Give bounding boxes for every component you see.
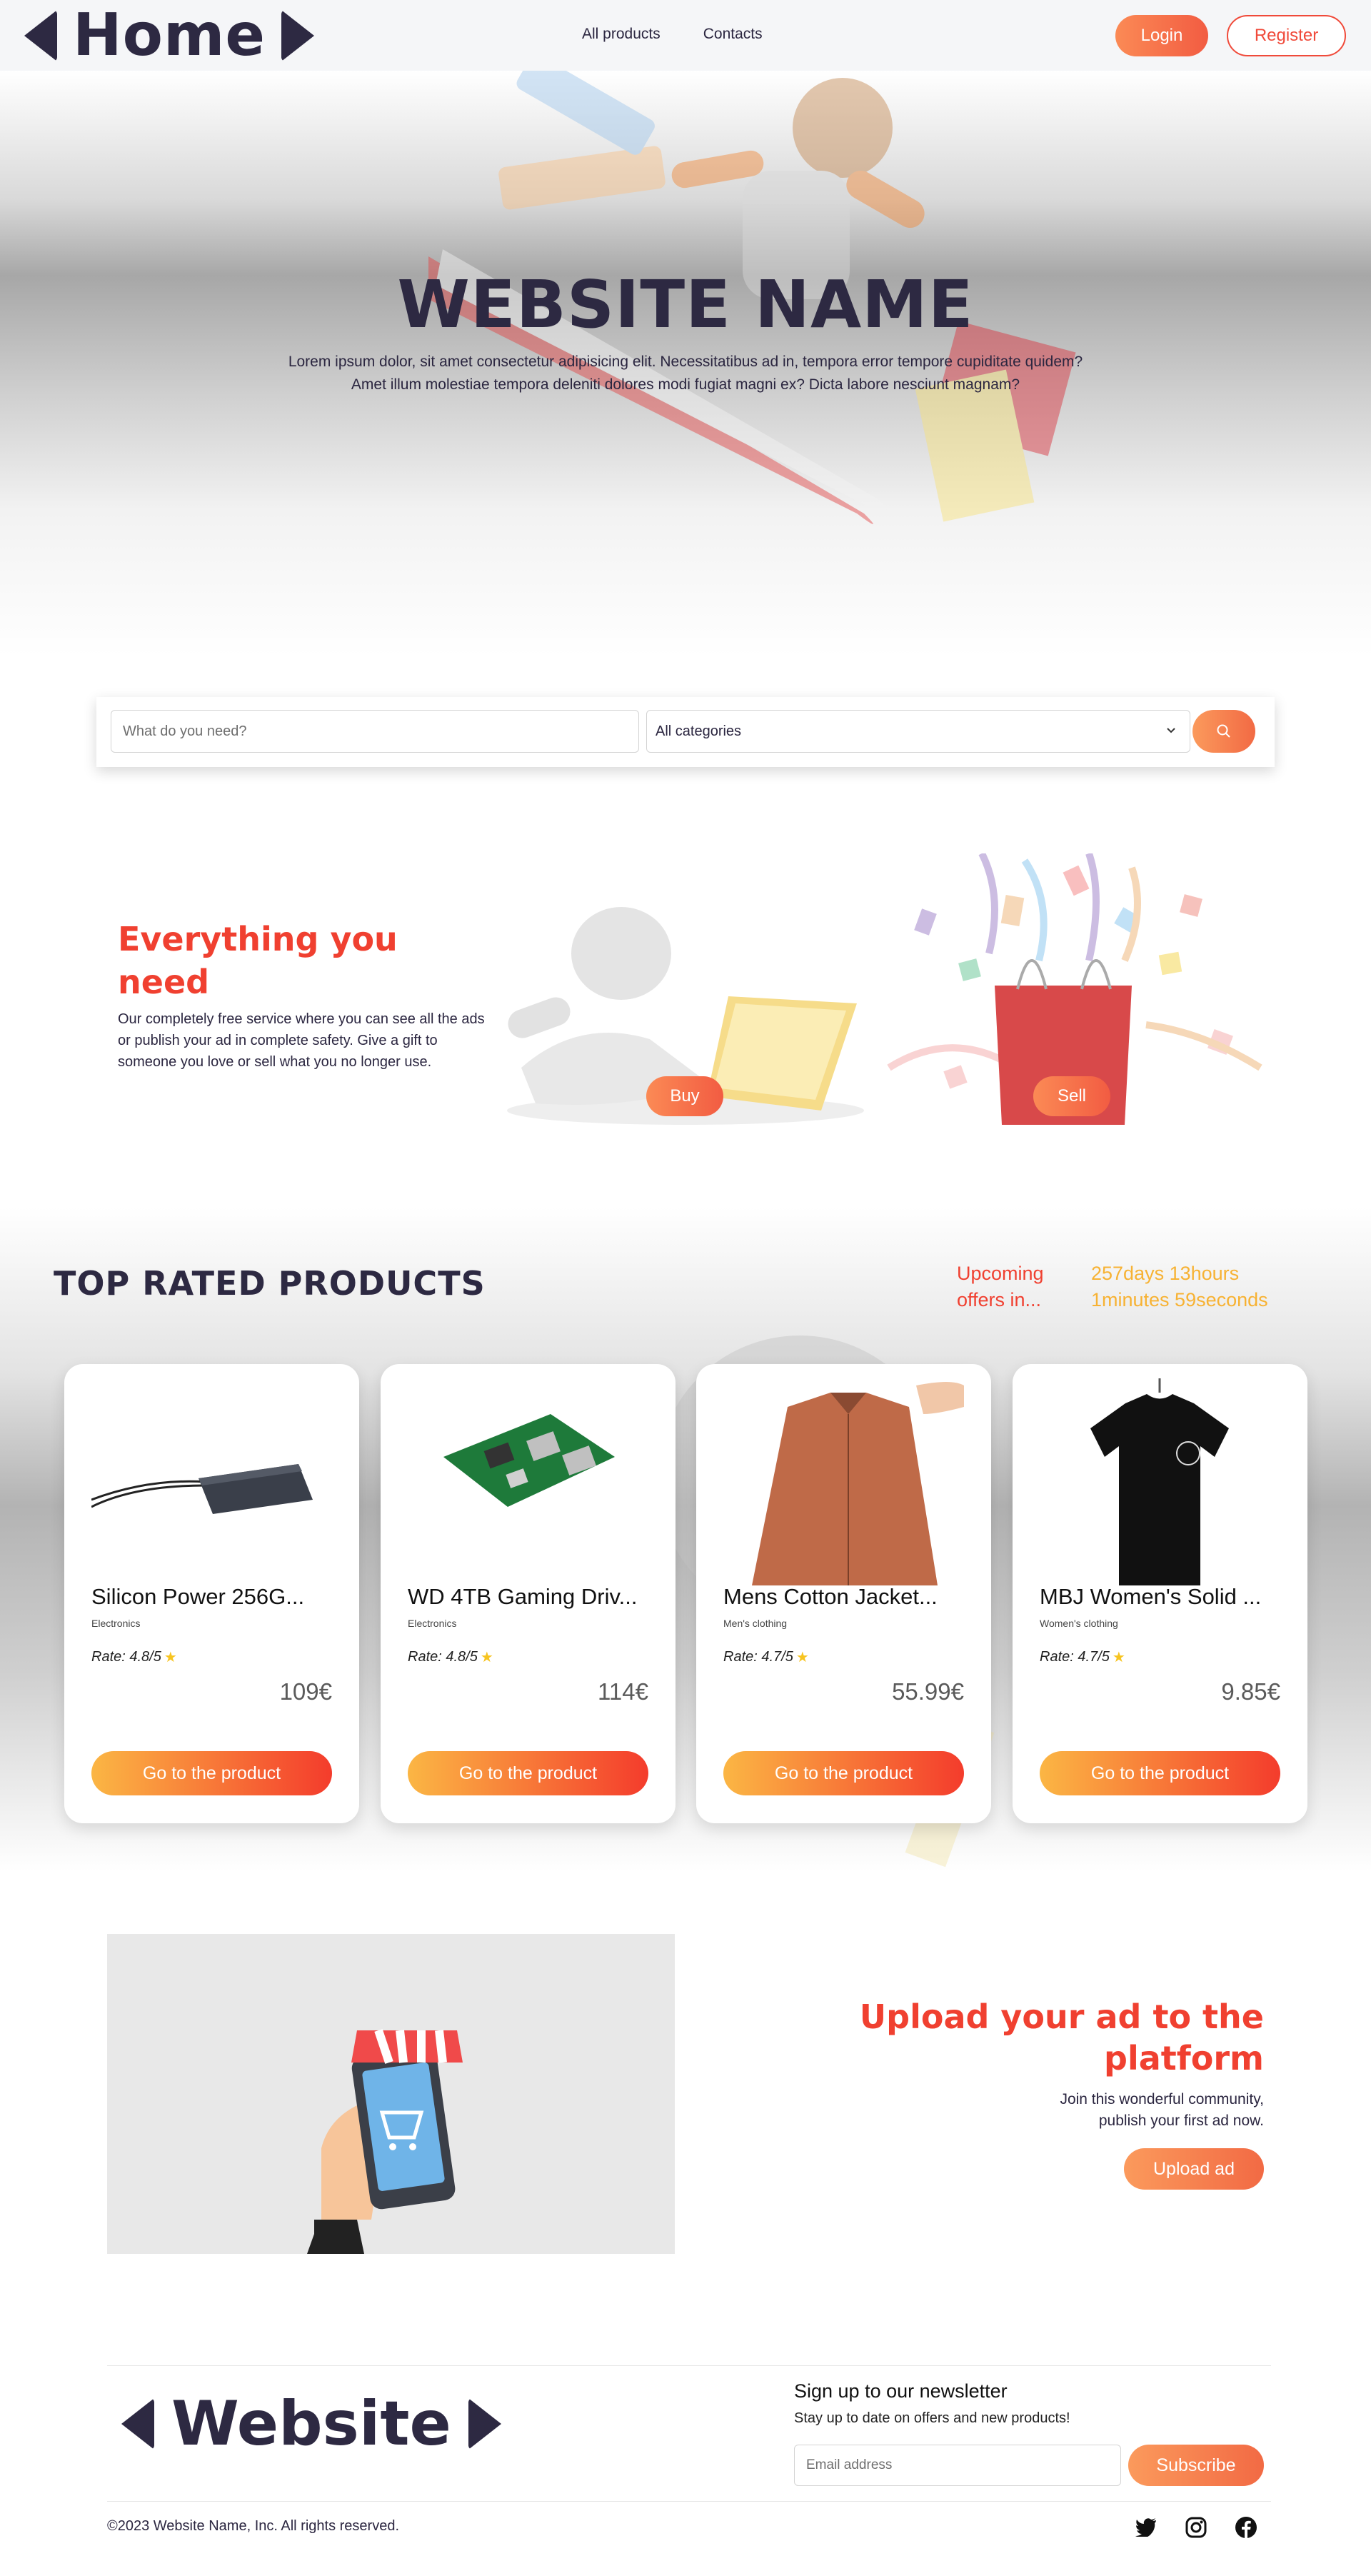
product-rating: Rate: 4.7/5 ★ — [723, 1648, 809, 1666]
facebook-icon[interactable] — [1234, 2515, 1258, 2540]
hero-banner: WEBSITE NAME Lorem ipsum dolor, sit amet… — [0, 71, 1371, 656]
hero-description: Lorem ipsum dolor, sit amet consectetur … — [221, 351, 1150, 396]
upload-illustration — [107, 1934, 675, 2254]
product-rating: Rate: 4.8/5 ★ — [408, 1648, 493, 1666]
product-card[interactable]: WD 4TB Gaming Driv... Electronics Rate: … — [381, 1364, 676, 1823]
upcoming-offers-label: Upcoming offers in... — [957, 1263, 1044, 1310]
footer-divider — [107, 2365, 1271, 2366]
go-to-product-button[interactable]: Go to the product — [91, 1751, 332, 1795]
star-icon: ★ — [164, 1650, 177, 1665]
product-image — [408, 1378, 648, 1518]
product-name: Mens Cotton Jacket... — [723, 1584, 938, 1609]
category-selected-value: All categories — [656, 723, 742, 739]
newsletter-title: Sign up to our newsletter — [794, 2380, 1008, 2402]
product-rating-text: Rate: 4.8/5 — [408, 1649, 478, 1665]
hero-title: WEBSITE NAME — [397, 266, 974, 343]
product-category: Women's clothing — [1040, 1618, 1118, 1629]
go-to-product-button[interactable]: Go to the product — [1040, 1751, 1280, 1795]
go-to-product-button[interactable]: Go to the product — [723, 1751, 964, 1795]
instagram-icon[interactable] — [1184, 2515, 1208, 2540]
product-price: 55.99€ — [892, 1678, 964, 1705]
go-to-product-button[interactable]: Go to the product — [408, 1751, 648, 1795]
product-image — [1040, 1364, 1280, 1585]
star-icon: ★ — [480, 1650, 493, 1665]
nav-link-all-products[interactable]: All products — [582, 26, 661, 43]
intro-text: Our completely free service where you ca… — [118, 1011, 485, 1070]
footer-divider — [107, 2501, 1271, 2502]
website-logo-text: Website — [171, 2388, 451, 2460]
home-logo[interactable]: Home — [24, 1, 315, 69]
product-name: WD 4TB Gaming Driv... — [408, 1584, 638, 1609]
upload-description: Join this wonderful community, publish y… — [893, 2089, 1264, 2132]
product-price: 109€ — [279, 1678, 332, 1705]
product-category: Men's clothing — [723, 1618, 788, 1629]
twitter-icon[interactable] — [1134, 2515, 1158, 2540]
product-category: Electronics — [91, 1618, 141, 1629]
category-select[interactable]: All categories — [646, 710, 1190, 753]
product-name: Silicon Power 256G... — [91, 1584, 305, 1609]
product-rating-text: Rate: 4.7/5 — [723, 1649, 793, 1665]
product-rating-text: Rate: 4.8/5 — [91, 1649, 161, 1665]
sell-button[interactable]: Sell — [1033, 1076, 1110, 1116]
upload-ad-button[interactable]: Upload ad — [1124, 2148, 1264, 2190]
upload-text-line-1: Join this wonderful community, — [1060, 2091, 1264, 2108]
star-icon: ★ — [1112, 1650, 1125, 1665]
nav-links: All products Contacts — [582, 26, 763, 43]
subscribe-button[interactable]: Subscribe — [1128, 2445, 1264, 2486]
search-icon — [1217, 724, 1230, 738]
product-image — [91, 1378, 332, 1518]
upload-text-line-2: publish your first ad now. — [1098, 2113, 1264, 2129]
intro-title: Everything you need — [118, 920, 398, 1001]
register-button[interactable]: Register — [1227, 15, 1346, 56]
product-name: MBJ Women's Solid ... — [1040, 1584, 1262, 1609]
top-rated-title: TOP RATED PRODUCTS — [54, 1264, 486, 1303]
product-price: 9.85€ — [1221, 1678, 1280, 1705]
email-field[interactable]: Email address — [794, 2445, 1121, 2486]
product-card[interactable]: Silicon Power 256G... Electronics Rate: … — [64, 1364, 359, 1823]
nav-link-contacts[interactable]: Contacts — [703, 26, 763, 43]
login-button[interactable]: Login — [1115, 15, 1208, 56]
navbar: Home All products Contacts Login Registe… — [0, 0, 1371, 71]
chevron-right-icon — [468, 2398, 501, 2450]
product-rating-text: Rate: 4.7/5 — [1040, 1649, 1110, 1665]
buy-button[interactable]: Buy — [646, 1076, 723, 1116]
chevron-down-icon — [1167, 728, 1175, 733]
copyright-text: ©2023 Website Name, Inc. All rights rese… — [107, 2518, 399, 2534]
upload-title: Upload your ad to the platform — [859, 1998, 1264, 2078]
chevron-right-icon — [281, 10, 315, 61]
product-category: Electronics — [408, 1618, 457, 1629]
chevron-left-icon — [24, 10, 57, 61]
search-bar: What do you need? All categories — [96, 697, 1275, 767]
home-logo-text: Home — [73, 1, 266, 69]
product-price: 114€ — [598, 1678, 648, 1705]
hero-text-line-2: Amet illum molestiae tempora deleniti do… — [351, 376, 1020, 393]
social-links — [1134, 2515, 1258, 2540]
product-rating: Rate: 4.7/5 ★ — [1040, 1648, 1125, 1666]
website-logo[interactable]: Website — [121, 2392, 501, 2455]
chevron-left-icon — [121, 2398, 154, 2450]
newsletter-subtitle: Stay up to date on offers and new produc… — [794, 2410, 1070, 2426]
product-card[interactable]: MBJ Women's Solid ... Women's clothing R… — [1013, 1364, 1307, 1823]
countdown-timer: 257days 13hours 1minutes 59seconds — [1091, 1263, 1268, 1310]
product-image — [723, 1364, 964, 1585]
product-rating: Rate: 4.8/5 ★ — [91, 1648, 177, 1666]
star-icon: ★ — [795, 1650, 809, 1665]
search-input[interactable]: What do you need? — [111, 710, 639, 753]
product-card[interactable]: Mens Cotton Jacket... Men's clothing Rat… — [696, 1364, 991, 1823]
search-button[interactable] — [1192, 710, 1255, 753]
hero-text-line-1: Lorem ipsum dolor, sit amet consectetur … — [288, 354, 1083, 370]
